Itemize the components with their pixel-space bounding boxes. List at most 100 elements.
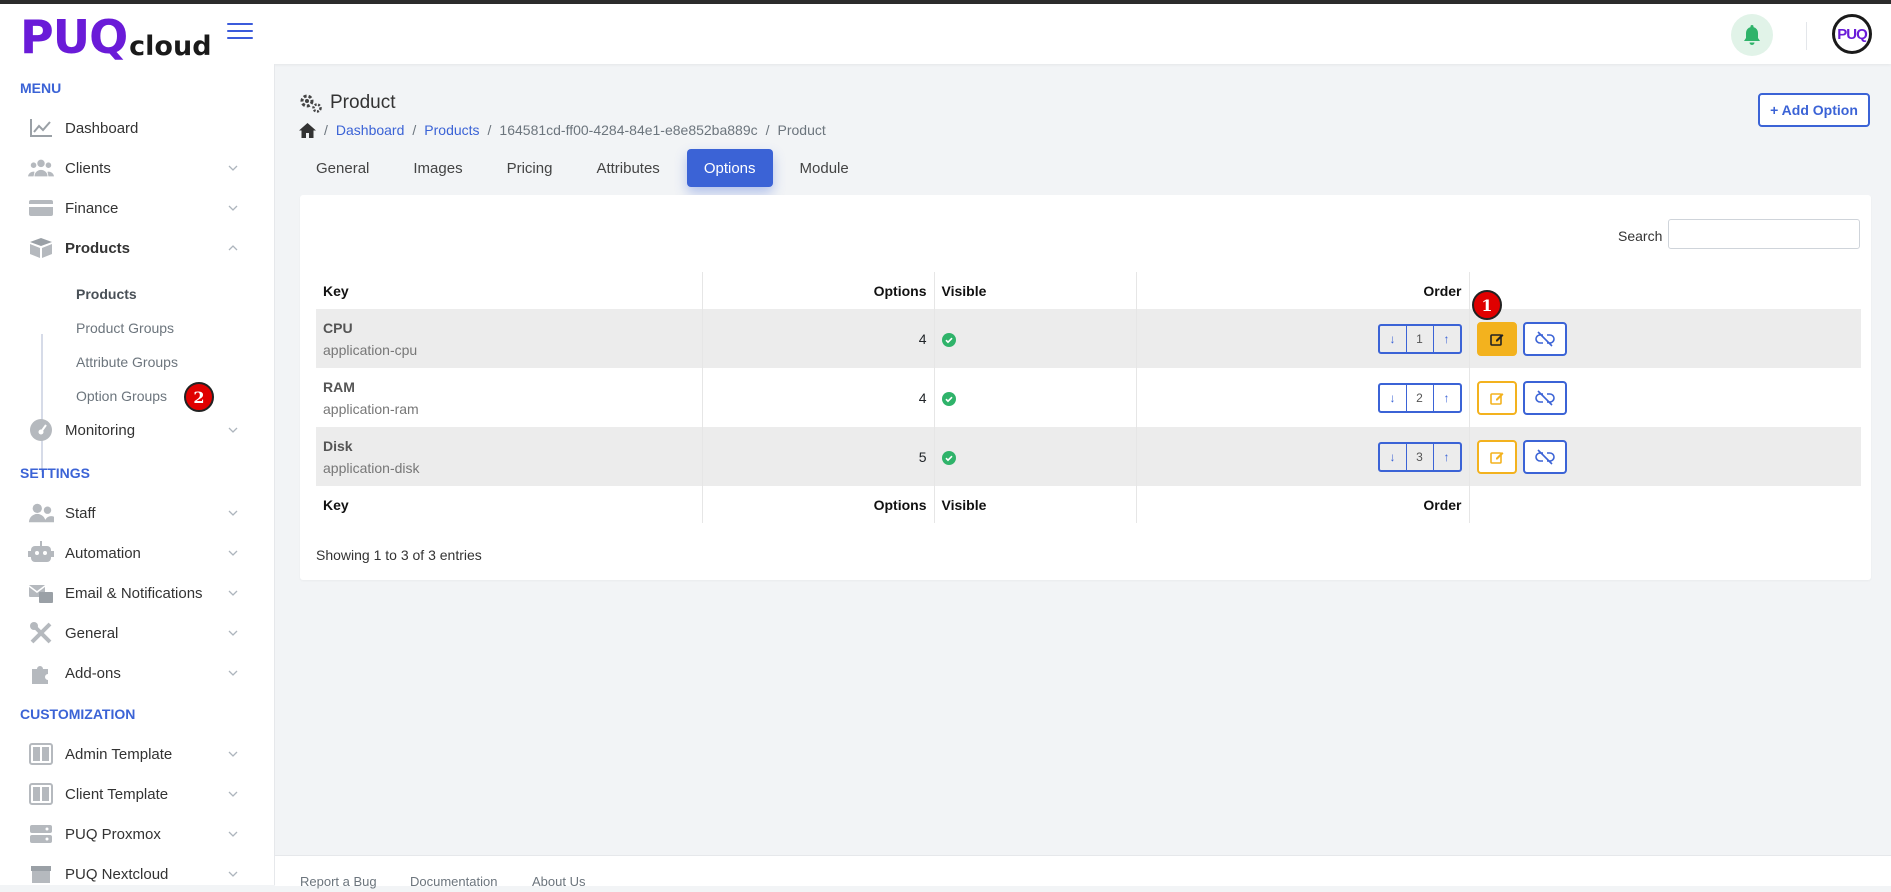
unlink-icon (1534, 389, 1555, 406)
search-label: Search (1618, 228, 1663, 244)
cell-key: Disk application-disk (316, 427, 702, 486)
add-option-button[interactable]: + Add Option (1758, 93, 1870, 127)
sidebar-item-dashboard[interactable]: Dashboard (0, 110, 275, 146)
unlink-button[interactable] (1522, 321, 1567, 356)
sidebar-item-label: Monitoring (65, 421, 136, 439)
row-key: application-ram (323, 400, 419, 417)
logo-sub-text: cloud (129, 31, 212, 62)
row-key: application-disk (323, 459, 420, 476)
unlink-button[interactable] (1522, 380, 1567, 415)
edit-button[interactable] (1476, 439, 1517, 474)
move-up-icon[interactable]: ↑ (1432, 443, 1460, 470)
column-header-key[interactable]: Key (316, 272, 702, 309)
breadcrumb-dashboard[interactable]: Dashboard (336, 122, 405, 138)
cell-visible (933, 368, 1136, 427)
edit-icon (1489, 392, 1503, 405)
sidebar-item-automation[interactable]: Automation (0, 535, 275, 571)
chevron-down-icon (228, 510, 238, 516)
sidebar-item-label: General (65, 624, 119, 642)
options-card: Search Key Options Visible Order CPU app… (300, 195, 1871, 580)
sidebar-item-label: PUQ Proxmox (65, 825, 161, 843)
footer-link-documentation[interactable]: Documentation (410, 874, 497, 889)
tab-options[interactable]: Options (686, 149, 773, 187)
sidebar-item-monitoring[interactable]: Monitoring (0, 412, 275, 448)
sidebar-item-label: Client Template (65, 785, 169, 803)
breadcrumb-products[interactable]: Products (424, 122, 479, 138)
unlink-button[interactable] (1522, 439, 1567, 474)
unlink-icon (1534, 330, 1555, 347)
move-down-icon[interactable]: ↓ (1380, 385, 1406, 411)
sidebar-item-puq-nextcloud[interactable]: PUQ Nextcloud (0, 856, 275, 892)
table-row: CPU application-cpu 4 ↓ 1 ↑ (316, 309, 1861, 368)
section-title-settings: SETTINGS (20, 465, 91, 481)
table-footer-row: Key Options Visible Order (316, 486, 1861, 523)
brand-logo[interactable]: PUQ cloud (20, 12, 212, 62)
tab-attributes[interactable]: Attributes (579, 149, 676, 187)
template-icon (28, 781, 54, 807)
tab-images[interactable]: Images (396, 149, 479, 187)
sidebar-item-label: Add-ons (65, 664, 121, 682)
cell-key: RAM application-ram (316, 368, 702, 427)
sidebar-item-client-template[interactable]: Client Template (0, 776, 275, 812)
search-input[interactable] (1668, 219, 1860, 249)
users-icon (28, 155, 54, 181)
check-circle-icon (941, 450, 956, 465)
notifications-button[interactable] (1731, 14, 1773, 56)
move-up-icon[interactable]: ↑ (1432, 384, 1460, 411)
breadcrumb-product-id: 164581cd-ff00-4284-84e1-e8e852ba889c (499, 122, 758, 138)
sidebar-item-email-notifications[interactable]: Email & Notifications (0, 575, 275, 611)
cell-order: ↓ 1 ↑ (1135, 309, 1469, 368)
column-header-order[interactable]: Order (1135, 272, 1469, 309)
submenu-item-product-groups[interactable]: Product Groups (76, 320, 174, 336)
options-table: Key Options Visible Order CPU applicatio… (316, 272, 1861, 523)
user-avatar[interactable]: PUQ (1832, 14, 1872, 54)
move-down-icon[interactable]: ↓ (1380, 444, 1406, 470)
chevron-down-icon (228, 550, 238, 556)
tab-pricing[interactable]: Pricing (490, 149, 570, 187)
edit-button[interactable] (1476, 380, 1517, 415)
check-circle-icon (941, 332, 956, 347)
submenu-item-products[interactable]: Products (76, 286, 137, 302)
sidebar-item-staff[interactable]: Staff (0, 495, 275, 531)
cell-actions (1468, 368, 1861, 427)
tab-general[interactable]: General (299, 149, 386, 187)
header-divider (1806, 22, 1807, 50)
edit-button[interactable] (1476, 321, 1517, 356)
box-icon (28, 861, 54, 887)
move-up-icon[interactable]: ↑ (1432, 325, 1460, 352)
row-title: Disk (323, 437, 353, 454)
sidebar-item-add-ons[interactable]: Add-ons (0, 655, 275, 691)
sidebar-item-admin-template[interactable]: Admin Template (0, 736, 275, 772)
move-down-icon[interactable]: ↓ (1380, 326, 1406, 352)
breadcrumb-separator: / (324, 122, 328, 138)
sidebar-item-puq-proxmox[interactable]: PUQ Proxmox (0, 816, 275, 852)
chevron-down-icon (228, 427, 238, 433)
page-footer: Report a Bug Documentation About Us (275, 855, 1891, 889)
submenu-item-attribute-groups[interactable]: Attribute Groups (76, 354, 178, 370)
sidebar-item-products[interactable]: Products (0, 230, 275, 266)
mail-bulk-icon (28, 580, 54, 606)
footer-link-about-us[interactable]: About Us (532, 874, 585, 889)
submenu-item-option-groups[interactable]: Option Groups (76, 388, 167, 404)
home-icon[interactable] (299, 122, 316, 138)
chevron-down-icon (228, 165, 238, 171)
order-value: 1 (1405, 325, 1433, 352)
sidebar-item-general[interactable]: General (0, 615, 275, 651)
column-header-visible[interactable]: Visible (933, 272, 1136, 309)
sidebar-item-finance[interactable]: Finance (0, 190, 275, 226)
breadcrumb-separator: / (487, 122, 492, 138)
breadcrumb: / Dashboard / Products / 164581cd-ff00-4… (299, 122, 826, 138)
sidebar-item-label: Automation (65, 544, 141, 562)
footer-link-report-bug[interactable]: Report a Bug (300, 874, 377, 889)
menu-toggle-icon[interactable] (227, 23, 253, 43)
sidebar: MENU Dashboard Clients Finance Products … (0, 64, 275, 885)
tab-module[interactable]: Module (783, 149, 866, 187)
table-row: Disk application-disk 5 ↓ 3 ↑ (316, 427, 1861, 486)
column-header-options[interactable]: Options (701, 272, 934, 309)
sidebar-item-clients[interactable]: Clients (0, 150, 275, 186)
cogs-icon (300, 94, 322, 113)
sidebar-item-label: Products (65, 239, 131, 257)
cell-visible (933, 309, 1136, 368)
chevron-down-icon (228, 670, 238, 676)
product-tabs: General Images Pricing Attributes Option… (299, 149, 876, 187)
